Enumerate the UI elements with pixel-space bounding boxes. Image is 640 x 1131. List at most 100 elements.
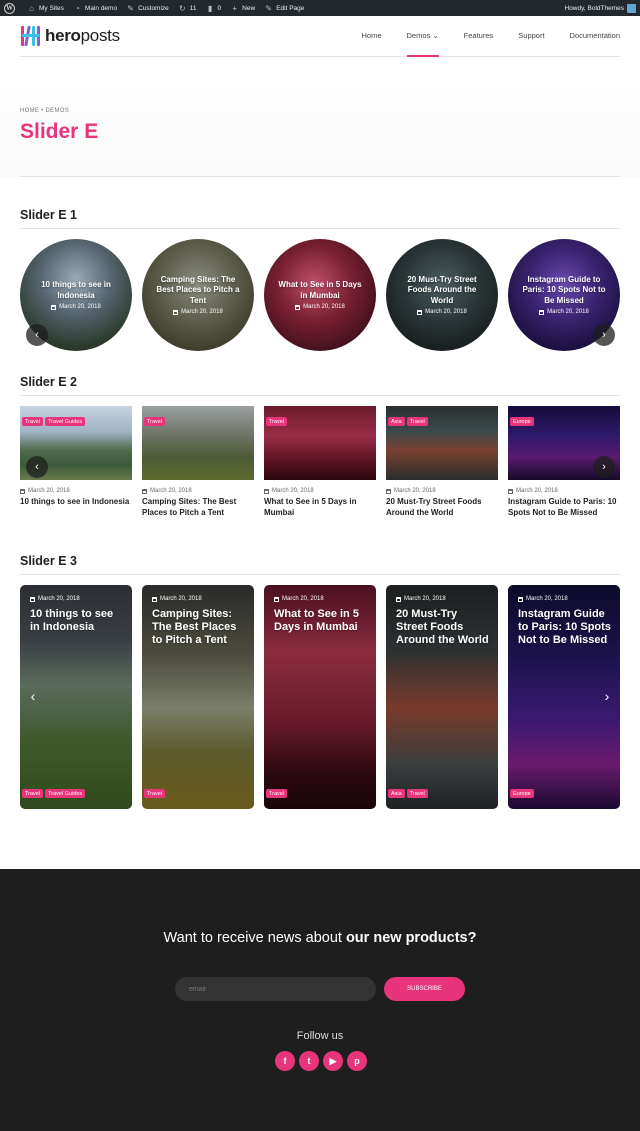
post-title[interactable]: What to See in 5 Days in Mumbai	[274, 280, 366, 301]
nav-item-home[interactable]: Home	[362, 16, 382, 56]
calendar-icon	[152, 596, 157, 602]
post-date: March 20, 2018	[51, 304, 101, 310]
nav-item-demos[interactable]: Demos ⌄	[406, 16, 439, 57]
post-image[interactable]: Travel	[142, 406, 254, 480]
slider-e1-prev-button[interactable]: ‹	[26, 324, 48, 346]
post-date: March 20, 2018	[518, 596, 568, 602]
calendar-icon	[51, 304, 57, 310]
calendar-icon	[386, 488, 391, 494]
post-card: Travel March 20, 2018 Camping Sites: The B…	[142, 406, 254, 518]
category-tag[interactable]: Europe	[510, 417, 534, 426]
slide-card[interactable]: March 20, 2018 Camping Sites: The Best Pl…	[142, 585, 254, 809]
slider-e2-next-button[interactable]: ›	[593, 456, 615, 478]
post-title[interactable]: 20 Must-Try Street Foods Around the Worl…	[396, 608, 490, 647]
pencil-icon: ✎	[265, 3, 273, 13]
category-tags: Asia Travel	[388, 789, 430, 798]
post-date: March 20, 2018	[274, 596, 324, 602]
my-sites-link[interactable]: ⌂ My Sites	[27, 4, 64, 13]
calendar-icon	[539, 309, 545, 315]
youtube-icon[interactable]: ▶	[323, 1051, 343, 1071]
post-title[interactable]: Camping Sites: The Best Places to Pitch …	[142, 497, 254, 518]
post-date: March 20, 2018	[295, 304, 345, 310]
category-tag[interactable]: Europe	[510, 789, 534, 798]
category-tags: Travel Travel Guides	[22, 417, 87, 426]
sites-icon: ⌂	[29, 3, 34, 13]
category-tag[interactable]: Asia	[388, 417, 405, 426]
pinterest-icon[interactable]: p	[347, 1051, 367, 1071]
facebook-icon[interactable]: f	[275, 1051, 295, 1071]
howdy-text: Howdy, BoldThemes	[564, 4, 625, 12]
slide-card[interactable]: What to See in 5 Days in Mumbai March 20,…	[264, 239, 376, 351]
nav-item-support[interactable]: Support	[518, 16, 544, 56]
post-title[interactable]: Camping Sites: The Best Places to Pitch …	[152, 275, 244, 307]
comments-link[interactable]: ▮ 0	[206, 3, 221, 13]
category-tag[interactable]: Travel	[22, 417, 44, 426]
updates-icon: ↻	[178, 3, 186, 13]
category-tag[interactable]: Travel	[266, 789, 288, 798]
category-tag[interactable]: Travel	[22, 789, 44, 798]
slider-e2-prev-button[interactable]: ‹	[26, 456, 48, 478]
post-title[interactable]: Camping Sites: The Best Places to Pitch …	[152, 608, 246, 647]
category-tag[interactable]: Travel	[406, 417, 428, 426]
category-tag[interactable]: Travel	[144, 417, 166, 426]
category-tag[interactable]: Travel	[266, 417, 288, 426]
logo-mark-icon	[20, 25, 42, 47]
section-divider	[20, 395, 620, 396]
post-image[interactable]: Travel	[264, 406, 376, 480]
new-content-link[interactable]: + New	[230, 4, 255, 13]
slide-card[interactable]: Camping Sites: The Best Places to Pitch …	[142, 239, 254, 351]
post-title[interactable]: Instagram Guide to Paris: 10 Spots Not t…	[518, 608, 612, 647]
category-tag[interactable]: Travel Guides	[45, 417, 86, 426]
post-image[interactable]: Asia Travel	[386, 406, 498, 480]
updates-link[interactable]: ↻ 11	[178, 4, 197, 13]
category-tag[interactable]: Travel	[144, 789, 166, 798]
slide-card[interactable]: March 20, 2018 What to See in 5 Days in M…	[264, 585, 376, 809]
section-divider	[20, 228, 620, 229]
email-input[interactable]	[175, 977, 376, 1001]
post-title[interactable]: 10 things to see in Indonesia	[30, 608, 124, 634]
calendar-icon	[417, 309, 423, 315]
nav-item-documentation[interactable]: Documentation	[570, 16, 620, 56]
newsletter-text: Want to receive news about our new produ…	[163, 930, 477, 946]
dashboard-icon: ◔	[75, 3, 80, 13]
post-date: March 20, 2018	[20, 488, 132, 494]
category-tag[interactable]: Asia	[388, 789, 405, 798]
post-title[interactable]: 10 things to see in Indonesia	[30, 280, 122, 301]
post-card: Travel March 20, 2018 What to See in 5 Day…	[264, 406, 376, 518]
site-header: heroposts Home Demos ⌄ Features Support Docu…	[20, 16, 620, 57]
slider-e3-next-button[interactable]: ›	[596, 685, 618, 707]
slider-e3-prev-button[interactable]: ‹	[22, 685, 44, 707]
post-title[interactable]: What to See in 5 Days in Mumbai	[274, 608, 368, 634]
calendar-icon	[295, 304, 301, 310]
edit-page-link[interactable]: ✎ Edit Page	[264, 4, 304, 13]
category-tags: Travel Travel Guides	[22, 789, 87, 798]
post-title[interactable]: What to See in 5 Days in Mumbai	[264, 497, 376, 518]
category-tag[interactable]: Travel	[406, 789, 428, 798]
post-title[interactable]: 20 Must-Try Street Foods Around the Worl…	[396, 275, 488, 307]
slider-e1-next-button[interactable]: ›	[593, 324, 615, 346]
main-demo-link[interactable]: ◔ Main demo	[73, 4, 117, 13]
post-title[interactable]: 10 things to see in Indonesia	[20, 497, 132, 508]
section-title-slider-e3: Slider E 3	[20, 554, 77, 568]
post-date: March 20, 2018	[142, 488, 254, 494]
post-title[interactable]: Instagram Guide to Paris: 10 Spots Not t…	[508, 497, 620, 518]
calendar-icon	[518, 596, 523, 602]
breadcrumb[interactable]: HOME • DEMOS	[20, 108, 69, 114]
account-menu[interactable]: Howdy, BoldThemes	[564, 3, 636, 13]
category-tags: Travel	[144, 789, 167, 798]
customize-link[interactable]: ✎ Customize	[126, 4, 169, 13]
page-title: Slider E	[20, 120, 99, 143]
site-logo[interactable]: heroposts	[20, 25, 120, 47]
twitter-icon[interactable]: t	[299, 1051, 319, 1071]
nav-item-features[interactable]: Features	[464, 16, 494, 56]
slide-card[interactable]: 20 Must-Try Street Foods Around the Worl…	[386, 239, 498, 351]
slide-card[interactable]: March 20, 2018 20 Must-Try Street Foods A…	[386, 585, 498, 809]
wordpress-menu[interactable]: W	[4, 2, 18, 14]
comment-icon: ▮	[207, 3, 213, 13]
post-title[interactable]: Instagram Guide to Paris: 10 Spots Not t…	[518, 275, 610, 307]
section-title-slider-e2: Slider E 2	[20, 375, 77, 389]
post-title[interactable]: 20 Must-Try Street Foods Around the Worl…	[386, 497, 498, 518]
category-tag[interactable]: Travel Guides	[45, 789, 86, 798]
category-tags: Europe	[510, 789, 536, 798]
subscribe-button[interactable]: SUBSCRIBE	[384, 977, 465, 1001]
